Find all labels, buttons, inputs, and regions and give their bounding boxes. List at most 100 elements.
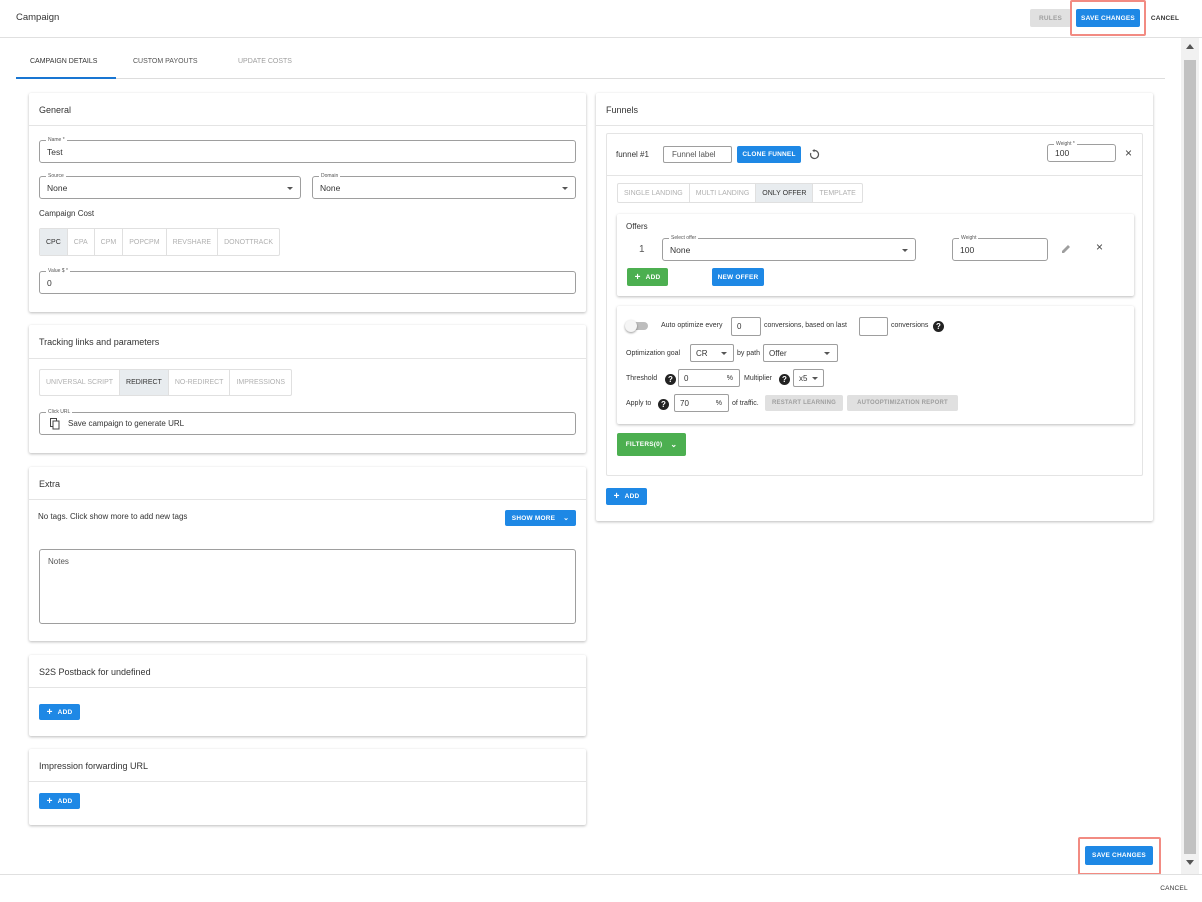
tracking-title: Tracking links and parameters (39, 337, 160, 347)
funnels-card: Funnels funnel #1 Funnel label CLONE FUN… (596, 93, 1153, 521)
mode-impressions[interactable]: IMPRESSIONS (230, 370, 291, 395)
select-offer-value: None (670, 245, 691, 255)
notes-field[interactable]: Notes (39, 549, 576, 624)
remove-offer-icon[interactable]: × (1096, 240, 1103, 254)
type-multi-landing[interactable]: MULTI LANDING (690, 184, 757, 202)
s2s-add-label: ADD (57, 708, 73, 716)
domain-select[interactable]: Domain None (312, 172, 576, 199)
tracking-card: Tracking links and parameters UNIVERSAL … (29, 325, 586, 453)
offers-panel: Offers 1 Select offer None Weight 100 × … (617, 214, 1134, 296)
tab-custom-payouts[interactable]: CUSTOM PAYOUTS (133, 58, 198, 65)
scroll-down-icon[interactable] (1186, 860, 1194, 865)
type-template[interactable]: TEMPLATE (813, 184, 861, 202)
by-path-label: by path (737, 350, 760, 357)
funnel-weight-field[interactable]: Weight * 100 (1047, 140, 1116, 162)
close-icon[interactable]: × (1125, 146, 1132, 160)
help-icon[interactable]: ? (665, 374, 676, 385)
type-only-offer[interactable]: ONLY OFFER (756, 184, 814, 202)
scroll-thumb[interactable] (1184, 60, 1196, 854)
add-offer-button[interactable]: + ADD (627, 268, 668, 286)
cost-revshare[interactable]: REVSHARE (167, 229, 219, 255)
footer-cancel-button[interactable]: CANCEL (1158, 880, 1190, 896)
divider (607, 175, 1142, 176)
chevron-down-icon (562, 187, 568, 190)
value-label: Value $ * (46, 267, 70, 275)
reset-icon[interactable] (809, 149, 820, 160)
autooptimization-report-button[interactable]: AUTOOPTIMIZATION REPORT (847, 395, 958, 411)
conversions-based-text: conversions, based on last (764, 322, 847, 329)
select-offer-label: Select offer (669, 234, 699, 242)
scrollbar[interactable] (1181, 38, 1199, 874)
path-select[interactable]: Offer (763, 344, 838, 362)
restart-learning-button[interactable]: RESTART LEARNING (765, 395, 843, 411)
tracking-mode-toggle: UNIVERSAL SCRIPT REDIRECT NO-REDIRECT IM… (39, 369, 293, 396)
funnel-weight-label: Weight * (1054, 140, 1077, 148)
funnel-weight-value: 100 (1055, 148, 1070, 158)
copy-icon[interactable] (50, 418, 60, 430)
highlight-box (1078, 837, 1161, 875)
funnel-label-input[interactable]: Funnel label (663, 146, 732, 163)
rules-button[interactable]: RULES (1030, 9, 1071, 27)
plus-icon: + (613, 491, 620, 502)
notes-placeholder: Notes (48, 557, 69, 566)
s2s-title: S2S Postback for undefined (39, 667, 151, 677)
help-icon[interactable]: ? (658, 399, 669, 410)
active-tab-indicator (16, 77, 116, 79)
name-field[interactable]: Name * Test (39, 136, 576, 163)
show-more-button[interactable]: SHOW MORE ⌄ (505, 510, 576, 526)
offer-weight-field[interactable]: Weight 100 (952, 234, 1048, 261)
source-value: None (47, 183, 68, 193)
offer-weight-label: Weight (959, 234, 979, 242)
cancel-button[interactable]: CANCEL (1150, 9, 1180, 27)
scroll-up-icon[interactable] (1186, 44, 1194, 49)
funnel-panel: funnel #1 Funnel label CLONE FUNNEL Weig… (606, 133, 1143, 476)
add-funnel-button[interactable]: + ADD (606, 488, 647, 505)
auto-optimize-toggle[interactable] (625, 320, 648, 332)
goal-select[interactable]: CR (690, 344, 734, 362)
type-single-landing[interactable]: SINGLE LANDING (618, 184, 690, 202)
multiplier-select[interactable]: x5 (793, 369, 824, 387)
toggle-knob (625, 320, 637, 332)
divider (29, 687, 586, 688)
tab-update-costs[interactable]: UPDATE COSTS (238, 58, 292, 65)
select-offer-field[interactable]: Select offer None (662, 234, 916, 261)
new-offer-button[interactable]: NEW OFFER (712, 268, 764, 286)
conversions-last-input[interactable] (859, 317, 888, 336)
source-select[interactable]: Source None (39, 172, 301, 199)
help-icon[interactable]: ? (779, 374, 790, 385)
cost-cpm[interactable]: CPM (95, 229, 124, 255)
mode-redirect[interactable]: REDIRECT (120, 370, 169, 395)
cost-donottrack[interactable]: DONOTTRACK (218, 229, 279, 255)
cost-popcpm[interactable]: POPCPM (123, 229, 167, 255)
clone-funnel-button[interactable]: CLONE FUNNEL (737, 146, 801, 163)
add-funnel-label: ADD (624, 493, 640, 500)
impression-add-button[interactable]: + ADD (39, 793, 80, 809)
auto-every-input[interactable]: 0 (731, 317, 761, 336)
apply-input[interactable]: 70 % (674, 394, 729, 412)
general-card: General Name * Test Source None Domain N… (29, 93, 586, 312)
threshold-percent: % (726, 374, 733, 382)
chevron-down-icon: ⌄ (670, 440, 678, 449)
threshold-input[interactable]: 0 % (678, 369, 740, 387)
edit-icon[interactable] (1061, 244, 1071, 254)
tab-campaign-details[interactable]: CAMPAIGN DETAILS (30, 58, 97, 65)
help-icon[interactable]: ? (933, 321, 944, 332)
chevron-down-icon (721, 352, 727, 355)
cost-cpc[interactable]: CPC (40, 229, 68, 255)
click-url-field[interactable]: Click URL Save campaign to generate URL (39, 408, 576, 435)
mode-universal-script[interactable]: UNIVERSAL SCRIPT (40, 370, 121, 395)
chevron-down-icon (902, 249, 908, 252)
s2s-add-button[interactable]: + ADD (39, 704, 80, 720)
cost-cpa[interactable]: CPA (68, 229, 95, 255)
chevron-down-icon: ⌄ (563, 515, 570, 522)
divider (596, 125, 1153, 126)
filters-label: FILTERS(0) (625, 441, 663, 448)
apply-value: 70 (680, 398, 689, 408)
value-field[interactable]: Value $ * 0 (39, 267, 576, 294)
apply-label: Apply to (626, 400, 652, 407)
plus-icon: + (46, 706, 53, 718)
auto-optimize-panel: Auto optimize every 0 conversions, based… (617, 306, 1134, 424)
filters-button[interactable]: FILTERS(0) ⌄ (617, 433, 686, 456)
funnels-title: Funnels (606, 105, 639, 115)
mode-no-redirect[interactable]: NO-REDIRECT (169, 370, 231, 395)
